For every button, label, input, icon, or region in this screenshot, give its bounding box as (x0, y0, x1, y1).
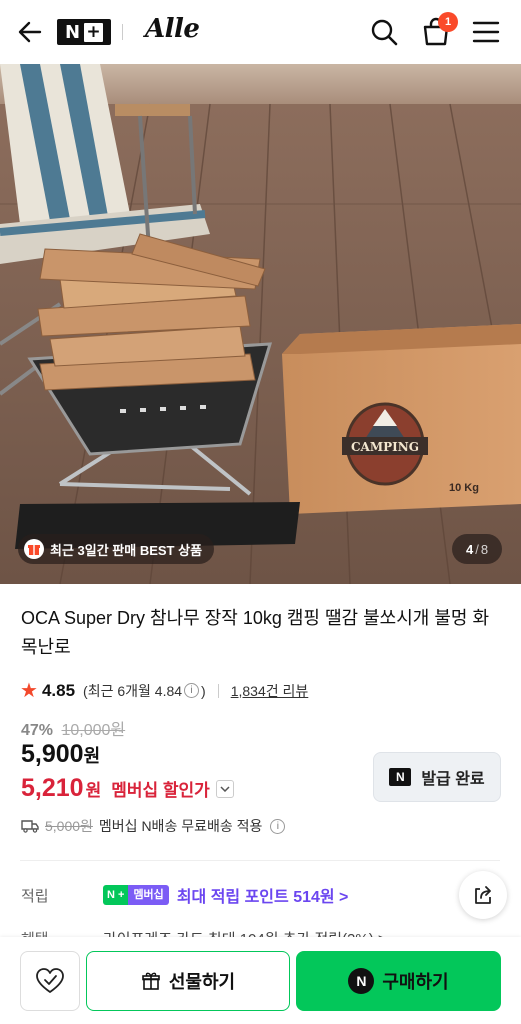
recent-rating-close: ) (201, 682, 206, 699)
original-price: 10,000원 (61, 722, 126, 739)
box-weight-text: 10 Kg (449, 482, 479, 494)
truck-icon (21, 820, 39, 833)
info-icon[interactable]: i (184, 683, 200, 698)
points-row[interactable]: 적립 N + 멤버십 최대 적립 포인트 514원 > (21, 883, 348, 907)
product-photo: CAMPING 10 Kg (0, 64, 521, 584)
member-price-label: 멤버십 할인가 (111, 781, 210, 800)
nplus-membership-badge: N + 멤버십 (103, 885, 169, 905)
product-title: OCA Super Dry 참나무 장작 10kg 캠핑 땔감 불쏘시개 불멍 … (21, 608, 490, 657)
review-count-link[interactable]: 1,834건 리뷰 (231, 681, 309, 701)
rating-divider (217, 683, 219, 698)
page-separator: / (475, 541, 479, 557)
gift-label: 선물하기 (168, 972, 236, 992)
naver-n-icon: N (389, 768, 412, 786)
naver-pay-icon: N (348, 968, 375, 994)
image-page-indicator: 4 / 8 (452, 534, 502, 564)
buy-label: 구매하기 (382, 972, 449, 992)
heart-icon (36, 968, 64, 993)
bottom-action-bar: 선물하기 N 구매하기 (0, 937, 521, 1024)
rating-row: ★ 4.85 (최근 6개월 4.84 i ) 1,834건 리뷰 (20, 678, 308, 703)
page-total: 8 (480, 541, 489, 557)
buy-button[interactable]: N 구매하기 (296, 951, 501, 1011)
member-price: 5,210 (21, 774, 84, 802)
share-icon (475, 886, 491, 904)
shipping-row: 5,000원 멤버십 N배송 무료배송 적용 i (21, 816, 287, 836)
back-arrow-icon[interactable] (16, 18, 44, 46)
share-button[interactable] (459, 871, 507, 919)
gift-button[interactable]: 선물하기 (86, 951, 290, 1011)
points-label: 적립 (21, 887, 49, 905)
shipping-text: 멤버십 N배송 무료배송 적용 (98, 818, 263, 834)
recent-rating-text: (최근 6개월 4.84 (83, 682, 183, 699)
membership-badge-text: 멤버십 (128, 885, 169, 905)
sale-price-unit: 원 (83, 746, 101, 766)
menu-icon[interactable] (470, 16, 502, 48)
alle-brand-logo[interactable]: Alle (145, 14, 200, 44)
header-divider (122, 24, 123, 40)
member-price-row[interactable]: 5,210 원 멤버십 할인가 (21, 774, 234, 803)
page-current: 4 (465, 541, 474, 557)
section-divider (20, 860, 500, 861)
coupon-label: 발급 완료 (421, 771, 485, 788)
gift-icon (142, 972, 160, 990)
member-price-unit: 원 (85, 781, 102, 800)
nplus-badge-text: N + (103, 885, 129, 905)
top-header: N + Alle 1 (0, 0, 521, 64)
rating-value: 4.85 (41, 680, 76, 700)
search-icon[interactable] (368, 16, 400, 48)
star-icon: ★ (20, 680, 38, 702)
shipping-old-price: 5,000원 (45, 818, 93, 834)
chevron-down-icon[interactable] (215, 779, 234, 798)
naver-plus-logo[interactable]: N + (57, 19, 111, 45)
shipping-info-icon[interactable]: i (270, 818, 286, 834)
discount-percent: 47% (21, 722, 54, 739)
box-label-text: CAMPING (351, 440, 419, 454)
best-seller-badge: 최근 3일간 판매 BEST 상품 (18, 534, 215, 564)
sale-price: 5,900 (21, 740, 84, 768)
logo-n-text: N (64, 21, 81, 43)
cart-count-badge: 1 (438, 12, 458, 32)
coupon-issued-button[interactable]: N 발급 완료 (373, 752, 501, 802)
product-image-carousel[interactable]: CAMPING 10 Kg 최근 3일간 판매 BEST 상품 4 / 8 (0, 64, 521, 584)
discount-row: 47% 10,000원 (21, 716, 125, 740)
logo-plus-text: + (84, 22, 104, 42)
max-points-link[interactable]: 최대 적립 포인트 514원 > (177, 883, 349, 907)
gift-box-icon (24, 539, 44, 559)
best-seller-text: 최근 3일간 판매 BEST 상품 (50, 542, 203, 558)
price-row: 5,900원 (21, 740, 100, 769)
wishlist-button[interactable] (20, 951, 80, 1011)
